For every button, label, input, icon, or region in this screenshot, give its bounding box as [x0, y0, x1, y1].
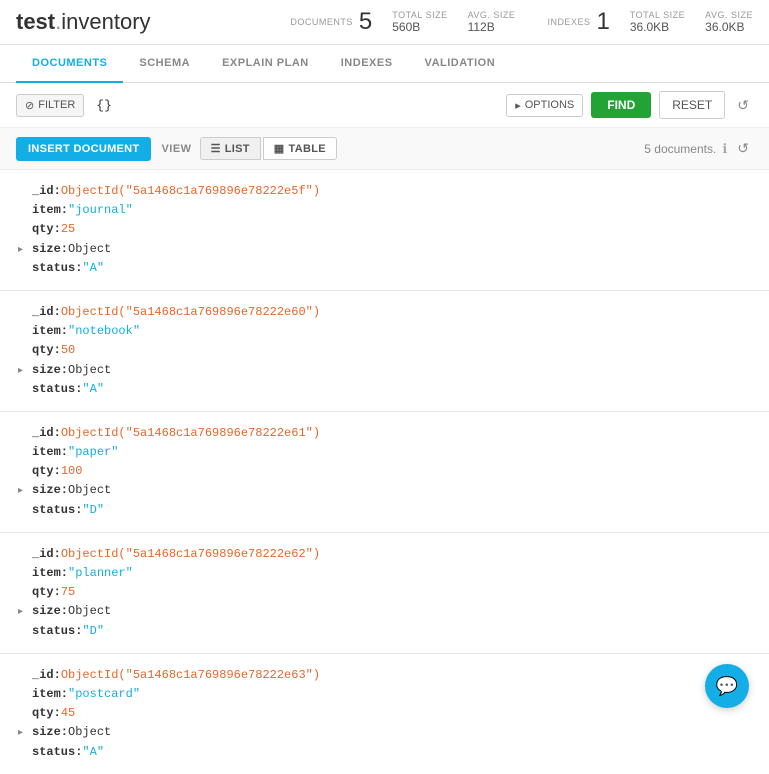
list-label: LIST	[225, 143, 250, 155]
tab-indexes[interactable]: INDEXES	[325, 45, 409, 83]
table-row: _id: ObjectId("5a1468c1a769896e78222e61"…	[0, 412, 769, 533]
total-size-val: 560B	[392, 20, 447, 34]
field-id: _id: ObjectId("5a1468c1a769896e78222e62"…	[32, 545, 753, 564]
field-item: item: "journal"	[32, 201, 753, 220]
field-qty: qty: 25	[32, 220, 753, 239]
field-status: status: "D"	[32, 501, 753, 520]
table-row: _id: ObjectId("5a1468c1a769896e78222e60"…	[0, 291, 769, 412]
reset-button[interactable]: RESET	[659, 91, 725, 119]
doc-list-refresh-button[interactable]: ↺	[733, 136, 753, 161]
total-size-col: TOTAL SIZE 560B	[392, 10, 447, 34]
indexes-count: 1	[596, 8, 609, 36]
indexes-total-size-col: TOTAL SIZE 36.0KB	[630, 10, 685, 34]
logo-part1: test	[16, 9, 55, 34]
indexes-sizes: TOTAL SIZE 36.0KB AVG. SIZE 36.0KB	[630, 10, 753, 34]
field-size: ▸ size: Object	[32, 240, 753, 259]
tab-explain-plan[interactable]: EXPLAIN PLAN	[206, 45, 325, 83]
logo-part2: inventory	[61, 9, 150, 34]
expand-size-icon[interactable]: ▸	[18, 243, 28, 259]
field-status: status: "A"	[32, 259, 753, 278]
filter-label: FILTER	[38, 99, 75, 111]
indexes-avg-size-val: 36.0KB	[705, 20, 753, 34]
table-icon: ▦	[274, 142, 285, 155]
list-icon: ☰	[211, 142, 221, 155]
documents-label: DOCUMENTS	[290, 17, 353, 27]
query-toolbar: ⊘ FILTER ▸ OPTIONS FIND RESET ↺	[0, 83, 769, 128]
tab-schema[interactable]: SCHEMA	[123, 45, 206, 83]
field-status: status: "D"	[32, 622, 753, 641]
indexes-avg-size-col: AVG. SIZE 36.0KB	[705, 10, 753, 34]
indexes-stat: INDEXES 1	[547, 8, 609, 36]
field-status: status: "A"	[32, 743, 753, 762]
view-options: ☰ LIST ▦ TABLE	[200, 137, 337, 160]
field-id: _id: ObjectId("5a1468c1a769896e78222e63"…	[32, 666, 753, 685]
documents-stat: DOCUMENTS 5	[290, 8, 372, 36]
documents-sizes: TOTAL SIZE 560B AVG. SIZE 112B	[392, 10, 515, 34]
indexes-total-size-val: 36.0KB	[630, 20, 685, 34]
table-row: _id: ObjectId("5a1468c1a769896e78222e62"…	[0, 533, 769, 654]
info-icon: ℹ	[722, 141, 727, 157]
total-size-label: TOTAL SIZE	[392, 10, 447, 20]
refresh-button[interactable]: ↺	[733, 93, 753, 118]
view-toolbar: INSERT DOCUMENT VIEW ☰ LIST ▦ TABLE 5 do…	[0, 128, 769, 170]
app-logo: test.inventory	[16, 9, 151, 35]
chat-icon: 💬	[716, 676, 738, 697]
filter-icon: ⊘	[25, 99, 34, 112]
filter-button[interactable]: ⊘ FILTER	[16, 94, 84, 117]
field-id: _id: ObjectId("5a1468c1a769896e78222e5f"…	[32, 182, 753, 201]
options-arrow-icon: ▸	[515, 99, 521, 112]
field-id: _id: ObjectId("5a1468c1a769896e78222e60"…	[32, 303, 753, 322]
field-item: item: "notebook"	[32, 322, 753, 341]
expand-size-icon[interactable]: ▸	[18, 726, 28, 742]
documents-count: 5	[359, 8, 372, 36]
header-stats: DOCUMENTS 5 TOTAL SIZE 560B AVG. SIZE 11…	[290, 8, 753, 36]
view-list-button[interactable]: ☰ LIST	[200, 137, 261, 160]
options-button[interactable]: ▸ OPTIONS	[506, 94, 583, 117]
view-label: VIEW	[161, 143, 191, 155]
chat-bubble-button[interactable]: 💬	[705, 664, 749, 708]
expand-size-icon[interactable]: ▸	[18, 364, 28, 380]
options-label: OPTIONS	[525, 99, 575, 111]
field-size: ▸ size: Object	[32, 602, 753, 621]
doc-count: 5 documents. ℹ ↺	[644, 136, 753, 161]
field-item: item: "postcard"	[32, 685, 753, 704]
query-input[interactable]	[92, 94, 498, 117]
field-item: item: "paper"	[32, 443, 753, 462]
view-table-button[interactable]: ▦ TABLE	[263, 137, 337, 160]
field-item: item: "planner"	[32, 564, 753, 583]
field-size: ▸ size: Object	[32, 723, 753, 742]
avg-size-label: AVG. SIZE	[468, 10, 516, 20]
insert-document-button[interactable]: INSERT DOCUMENT	[16, 137, 151, 161]
field-id: _id: ObjectId("5a1468c1a769896e78222e61"…	[32, 424, 753, 443]
field-size: ▸ size: Object	[32, 361, 753, 380]
indexes-label: INDEXES	[547, 17, 590, 27]
doc-count-text: 5 documents.	[644, 142, 716, 156]
field-qty: qty: 100	[32, 462, 753, 481]
nav-tabs: DOCUMENTS SCHEMA EXPLAIN PLAN INDEXES VA…	[0, 45, 769, 83]
avg-size-val: 112B	[468, 20, 516, 34]
field-qty: qty: 50	[32, 341, 753, 360]
table-label: TABLE	[289, 143, 326, 155]
field-size: ▸ size: Object	[32, 481, 753, 500]
tab-documents[interactable]: DOCUMENTS	[16, 45, 123, 83]
avg-size-col: AVG. SIZE 112B	[468, 10, 516, 34]
table-row: _id: ObjectId("5a1468c1a769896e78222e63"…	[0, 654, 769, 774]
field-qty: qty: 75	[32, 583, 753, 602]
tab-validation[interactable]: VALIDATION	[409, 45, 512, 83]
header: test.inventory DOCUMENTS 5 TOTAL SIZE 56…	[0, 0, 769, 45]
indexes-total-size-label: TOTAL SIZE	[630, 10, 685, 20]
table-row: _id: ObjectId("5a1468c1a769896e78222e5f"…	[0, 170, 769, 291]
field-qty: qty: 45	[32, 704, 753, 723]
expand-size-icon[interactable]: ▸	[18, 484, 28, 500]
find-button[interactable]: FIND	[591, 92, 651, 118]
indexes-avg-size-label: AVG. SIZE	[705, 10, 753, 20]
documents-list: _id: ObjectId("5a1468c1a769896e78222e5f"…	[0, 170, 769, 774]
field-status: status: "A"	[32, 380, 753, 399]
expand-size-icon[interactable]: ▸	[18, 605, 28, 621]
